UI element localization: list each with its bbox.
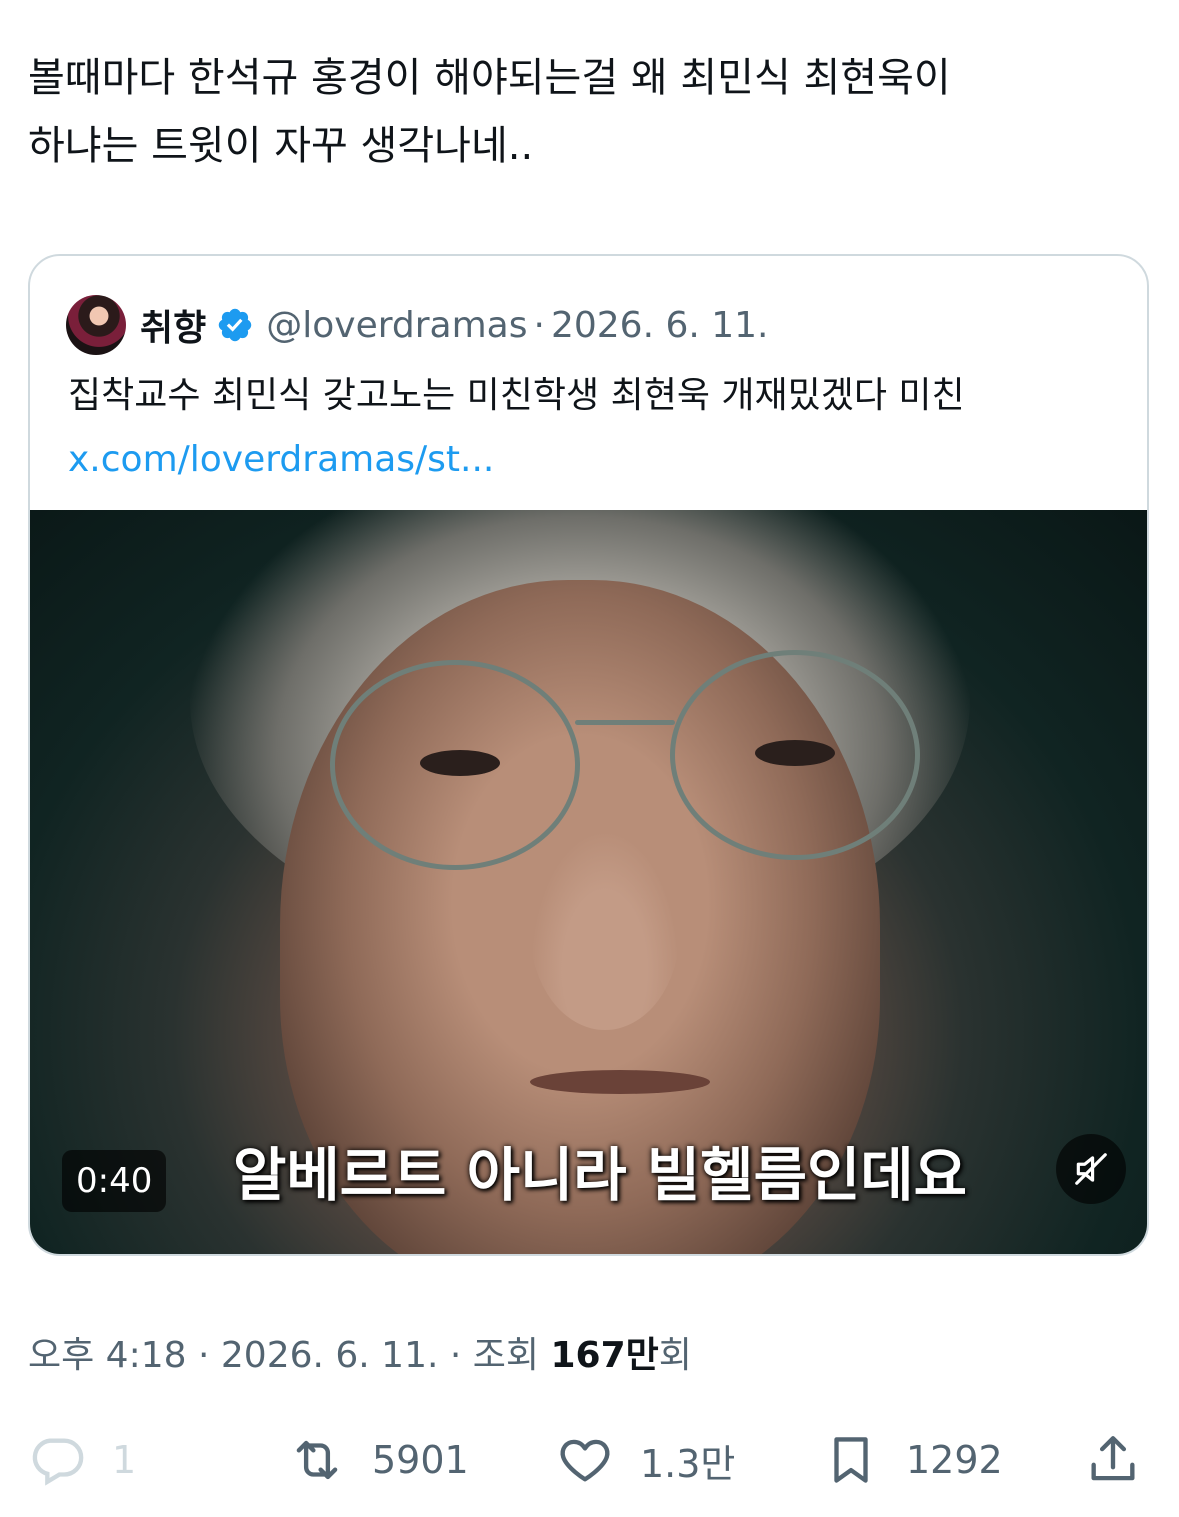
video-frame-glasses-lens [330, 660, 580, 870]
speaker-muted-icon [1075, 1153, 1107, 1185]
video-frame-glasses-bridge [575, 720, 675, 725]
views-suffix: 회 [658, 1335, 692, 1376]
share-button[interactable] [1084, 1428, 1168, 1492]
like-count: 1.3만 [640, 1441, 736, 1486]
like-button[interactable]: 1.3만 [556, 1428, 735, 1492]
tweet-meta: 오후 4:18 · 2026. 6. 11. · 조회 167만회 [28, 1328, 692, 1384]
views-label: 조회 [472, 1335, 540, 1376]
video-frame-nose [530, 830, 680, 1030]
video-frame-glasses-lens [670, 650, 920, 860]
reply-count: 1 [112, 1438, 137, 1482]
views-count: 167만 [550, 1335, 659, 1376]
video-player[interactable]: 0:40 알베르트 아니라 빌헬름인데요 [30, 510, 1147, 1254]
handle[interactable]: @loverdramas [266, 305, 527, 346]
mute-button[interactable] [1056, 1134, 1126, 1204]
reply-button[interactable]: 1 [28, 1428, 136, 1492]
retweet-count: 5901 [372, 1438, 469, 1482]
quoted-tweet-header: 취향 @loverdramas · 2026. 6. 11. [66, 294, 769, 356]
separator-dot: · [197, 1335, 210, 1376]
action-bar: 1 5901 1.3만 1292 [0, 1428, 1179, 1492]
separator-dot: · [533, 304, 545, 346]
retweet-button[interactable]: 5901 [288, 1428, 469, 1492]
reply-icon [32, 1438, 84, 1486]
video-frame-mouth [530, 1070, 710, 1094]
tweet-detail-page: 볼때마다 한석규 홍경이 해야되는걸 왜 최민식 최현욱이 하냐는 트윗이 자꾸… [0, 0, 1179, 1517]
bookmark-button[interactable]: 1292 [822, 1428, 1003, 1492]
display-name[interactable]: 취향 [140, 299, 206, 351]
video-time-badge: 0:40 [62, 1150, 167, 1212]
tweet-date[interactable]: 2026. 6. 11. [221, 1335, 439, 1376]
share-icon [1091, 1436, 1135, 1481]
quoted-tweet-link[interactable]: x.com/loverdramas/st... [68, 432, 494, 488]
tweet-text: 볼때마다 한석규 홍경이 해야되는걸 왜 최민식 최현욱이 하냐는 트윗이 자꾸… [28, 55, 951, 169]
verified-badge-icon [219, 308, 252, 342]
bookmark-count: 1292 [906, 1438, 1003, 1482]
bookmark-icon [834, 1437, 868, 1483]
quoted-tweet-text: 집착교수 최민식 갖고노는 미친학생 최현욱 개재밌겠다 미친 [68, 375, 965, 416]
retweet-icon [296, 1440, 338, 1480]
separator-dot: · [449, 1335, 462, 1376]
avatar[interactable] [66, 295, 126, 355]
quoted-tweet-card[interactable]: 취향 @loverdramas · 2026. 6. 11. 집착교수 최민식 … [28, 254, 1149, 1256]
video-subtitle: 알베르트 아니라 빌헬름인데요 [232, 1141, 968, 1209]
quote-date[interactable]: 2026. 6. 11. [551, 305, 769, 346]
like-icon [560, 1439, 610, 1482]
tweet-time[interactable]: 오후 4:18 [28, 1335, 187, 1376]
